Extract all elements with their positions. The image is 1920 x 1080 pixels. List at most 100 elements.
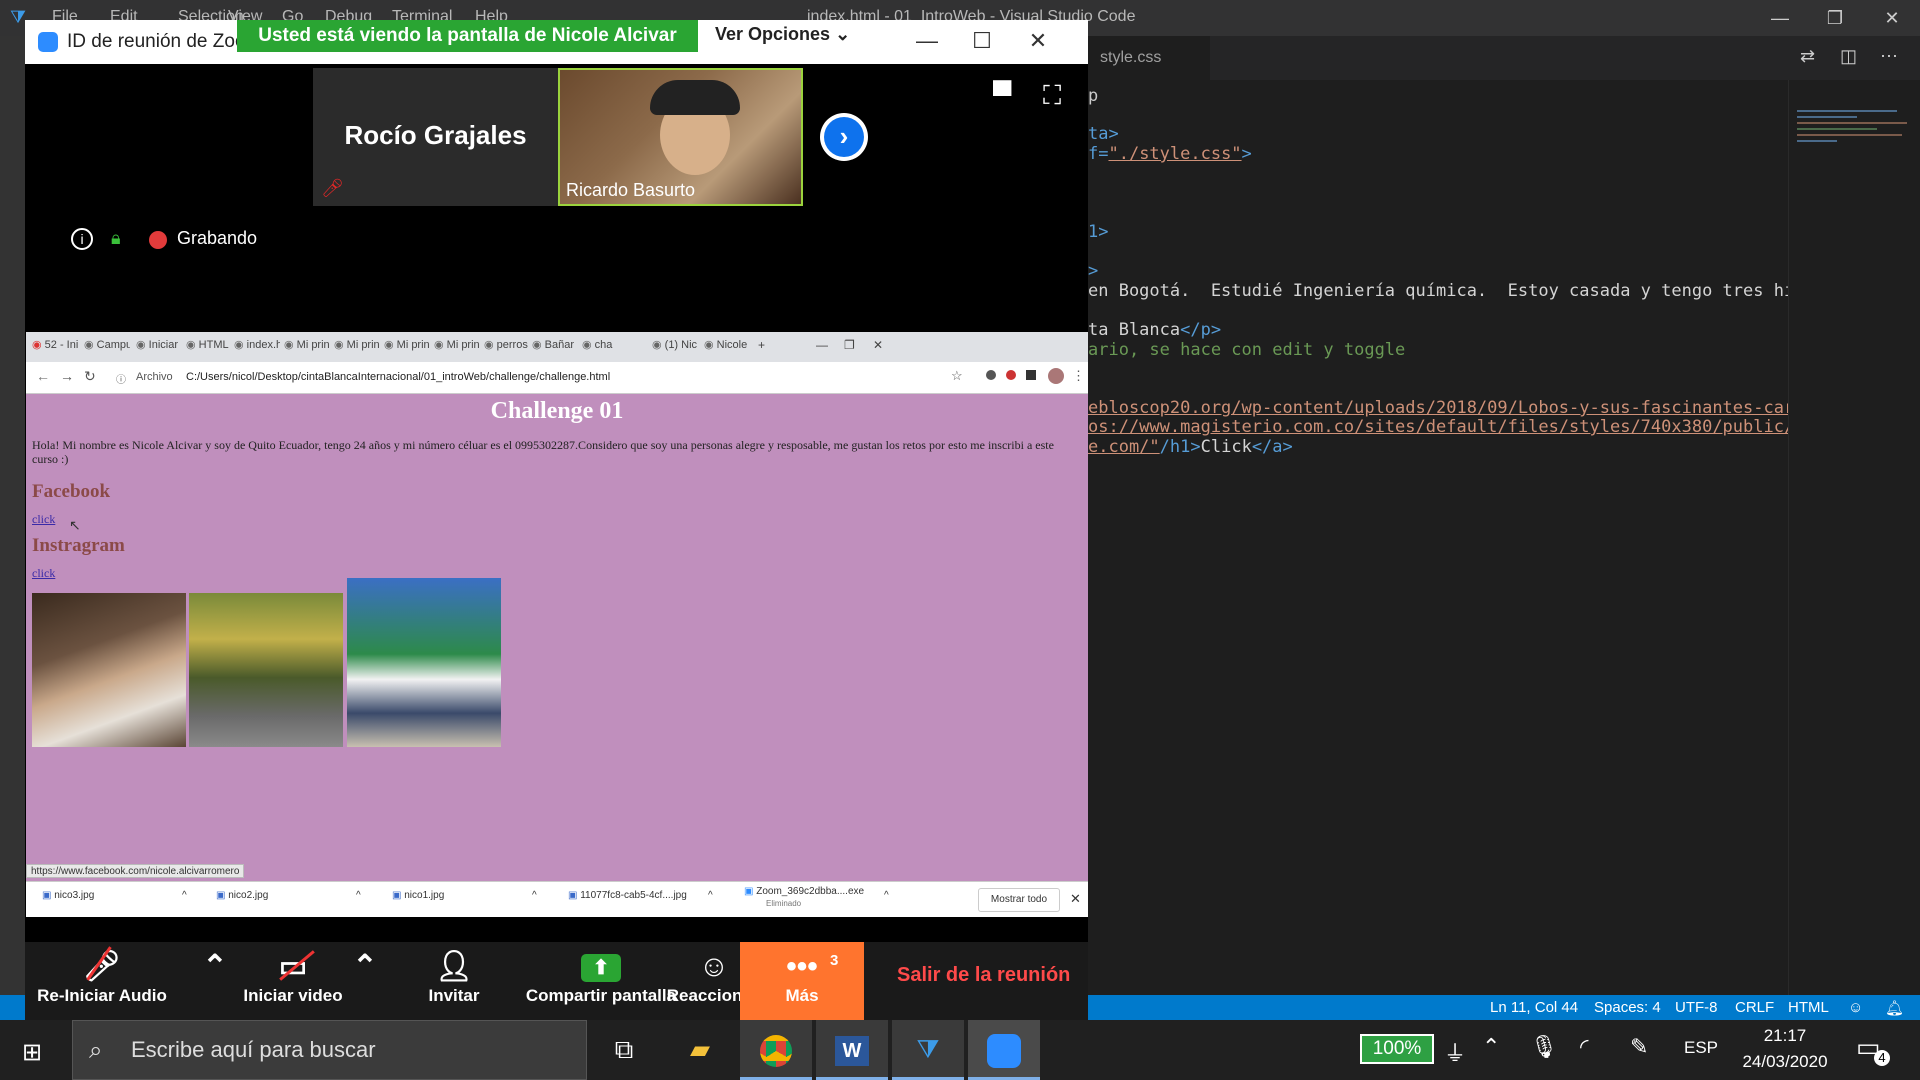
avatar[interactable]	[1048, 368, 1064, 384]
encoding[interactable]: UTF-8	[1675, 999, 1718, 1016]
video-options-button[interactable]: ⌃	[335, 942, 395, 1020]
view-options-button[interactable]: Ver Opciones ⌄	[715, 24, 850, 45]
code-token: f=	[1088, 144, 1109, 164]
lock-icon[interactable]: 🔒︎	[111, 228, 121, 249]
download-item[interactable]: ▣ nico3.jpg ^	[42, 890, 192, 910]
extension-icon[interactable]	[986, 370, 996, 380]
file-explorer-icon[interactable]: ▰	[664, 1020, 736, 1080]
close-icon[interactable]: ✕	[1018, 28, 1058, 54]
browser-tab[interactable]: ◉ Mi prin	[434, 338, 480, 358]
browser-tab[interactable]: ◉ Iniciar	[136, 338, 182, 358]
taskbar-search[interactable]: ⌕ Escribe aquí para buscar	[72, 1020, 587, 1080]
battery-indicator[interactable]: 100%	[1360, 1034, 1434, 1064]
minimap[interactable]	[1788, 80, 1908, 1005]
browser-tab[interactable]: ◉ Mi prin	[284, 338, 330, 358]
chevron-up-icon[interactable]: ^	[532, 890, 537, 901]
windows-start-icon[interactable]: ⊞	[22, 1038, 42, 1067]
vscode-icon[interactable]: ⧩	[892, 1020, 964, 1080]
maximize-icon[interactable]: ☐	[962, 28, 1002, 54]
new-tab-icon[interactable]: +	[758, 338, 765, 358]
extension-icon[interactable]	[1006, 370, 1016, 380]
cursor-position[interactable]: Ln 11, Col 44	[1490, 999, 1578, 1016]
line-ending[interactable]: CRLF	[1735, 999, 1774, 1016]
download-item[interactable]: ▣ nico1.jpg ^	[392, 890, 542, 910]
more-button[interactable]: ••• Más 3	[740, 942, 864, 1020]
participant-tile[interactable]: Rocío Grajales 🎤︎	[313, 68, 558, 206]
instagram-link[interactable]: click	[32, 566, 55, 581]
language-mode[interactable]: HTML	[1788, 999, 1829, 1016]
clock-date[interactable]: 24/03/2020	[1730, 1052, 1840, 1072]
minimize-icon[interactable]: —	[907, 28, 947, 54]
download-item[interactable]: ▣ nico2.jpg ^	[216, 890, 366, 910]
reload-icon[interactable]: ↻	[84, 368, 96, 385]
file-icon: ▣	[42, 890, 52, 901]
browser-tab[interactable]: ◉ Mi prin	[334, 338, 380, 358]
forward-icon[interactable]: →	[60, 368, 74, 384]
downloads-bar: ▣ nico3.jpg ^ ▣ nico2.jpg ^ ▣ nico1.jpg ^ ▣…	[26, 881, 1088, 917]
feedback-icon[interactable]: ☺	[1848, 999, 1863, 1016]
info-icon[interactable]: ⓘ	[116, 371, 126, 386]
language-indicator[interactable]: ESP	[1684, 1038, 1718, 1058]
download-item[interactable]: ▣ Zoom_369c2dbba....exe Eliminado ^	[744, 886, 904, 908]
menu-icon[interactable]: ⋮	[1072, 368, 1085, 384]
code-token: Click	[1200, 437, 1252, 457]
close-icon[interactable]: ✕	[1872, 4, 1912, 32]
photo-3	[347, 578, 501, 747]
gallery-view-icon[interactable]: ▀	[993, 80, 1011, 111]
pen-icon[interactable]: ✎	[1630, 1034, 1648, 1060]
download-item[interactable]: ▣ 11077fc8-cab5-4cf....jpg ^	[568, 890, 718, 910]
bookmark-star-icon[interactable]: ☆	[951, 368, 963, 384]
word-icon[interactable]: W	[816, 1020, 888, 1080]
minimize-icon[interactable]: —	[1760, 4, 1800, 32]
restore-icon[interactable]: ❐	[1815, 4, 1855, 32]
zoom-logo-icon	[38, 32, 58, 52]
show-all-button[interactable]: Mostrar todo	[978, 888, 1060, 912]
tab-style-css[interactable]: style.css	[1088, 36, 1210, 80]
browser-tab[interactable]: ◉ HTML	[186, 338, 232, 358]
minimize-icon[interactable]: —	[816, 338, 828, 358]
chevron-up-icon[interactable]: ^	[884, 890, 889, 901]
microphone-icon[interactable]: 🎙︎	[1530, 1034, 1558, 1060]
browser-tab[interactable]: ◉ 52 - Ini	[32, 338, 78, 358]
chevron-up-icon[interactable]: ^	[356, 890, 361, 901]
close-icon[interactable]: ✕	[873, 338, 883, 358]
more-actions-icon[interactable]: ⋯	[1880, 46, 1898, 67]
restore-icon[interactable]: ❐	[844, 338, 855, 358]
chevron-up-icon[interactable]: ⌃	[1482, 1034, 1500, 1060]
activity-bar	[0, 36, 25, 996]
browser-tab[interactable]: ◉ Campu	[84, 338, 130, 358]
plug-icon: ⏚	[1444, 1041, 1467, 1066]
wifi-icon[interactable]: ◜	[1580, 1034, 1589, 1060]
code-editor[interactable]: p ta> f="./style.css"> 1> > en Bogotá. Estud…	[1088, 80, 1835, 1005]
leave-meeting-button[interactable]: Salir de la reunión	[897, 964, 1070, 987]
extension-icon[interactable]	[1026, 370, 1036, 380]
browser-tab[interactable]: ◉ index.h	[234, 338, 280, 358]
browser-tab[interactable]: ◉ Nicole	[704, 338, 750, 358]
indentation[interactable]: Spaces: 4	[1594, 999, 1661, 1016]
browser-tab[interactable]: ◉ perros	[484, 338, 530, 358]
next-page-button[interactable]: ›	[820, 113, 868, 161]
browser-tab[interactable]: ◉ (1) Nic	[652, 338, 698, 358]
chevron-up-icon[interactable]: ^	[708, 890, 713, 901]
chevron-up-icon[interactable]: ^	[182, 890, 187, 901]
chrome-icon[interactable]	[740, 1020, 812, 1080]
chevron-up-icon: ⌃	[352, 950, 378, 983]
compare-icon[interactable]: ⇄	[1800, 46, 1815, 67]
browser-tab[interactable]: ◉ Mi prin	[384, 338, 430, 358]
task-view-icon[interactable]: ⧉	[588, 1020, 660, 1080]
fullscreen-icon[interactable]: ⛶	[1043, 80, 1061, 112]
zoom-icon[interactable]	[968, 1020, 1040, 1080]
invite-button[interactable]: 👤︎ Invitar	[409, 942, 499, 1020]
browser-tab[interactable]: ◉ Bañar	[532, 338, 578, 358]
bell-icon[interactable]: 🔔︎	[1885, 999, 1904, 1017]
close-icon[interactable]: ✕	[1070, 891, 1081, 907]
participant-tile-active[interactable]: Ricardo Basurto	[558, 68, 803, 206]
audio-button[interactable]: 🎤︎ Re-Iniciar Audio	[29, 942, 175, 1020]
facebook-link[interactable]: click	[32, 512, 55, 527]
address-bar[interactable]: C:/Users/nicol/Desktop/cintaBlancaIntern…	[186, 371, 610, 383]
info-icon[interactable]: i	[71, 228, 93, 250]
browser-tab[interactable]: ◉ cha	[582, 338, 628, 358]
back-icon[interactable]: ←	[36, 368, 50, 384]
clock-time[interactable]: 21:17	[1730, 1026, 1840, 1046]
split-editor-icon[interactable]: ◫	[1840, 46, 1857, 67]
